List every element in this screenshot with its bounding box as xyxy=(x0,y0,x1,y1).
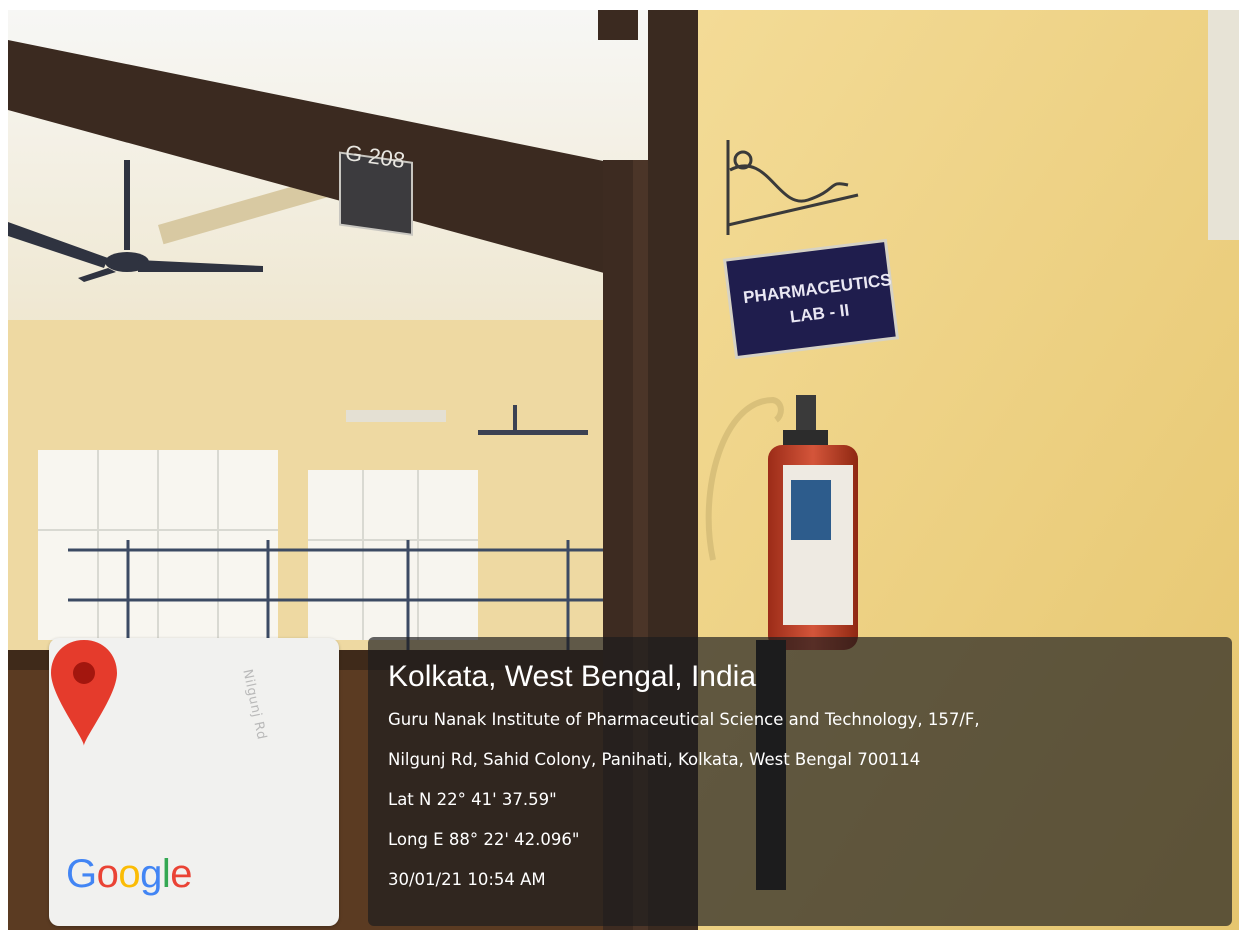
google-logo-letter: g xyxy=(140,852,162,896)
google-logo-letter: o xyxy=(118,852,141,896)
google-logo-letter: l xyxy=(161,852,171,896)
address-line-2: Nilgunj Rd, Sahid Colony, Panihati, Kolk… xyxy=(388,750,921,769)
room-number-sign: G 208 xyxy=(339,140,413,236)
latitude-text: Lat N 22° 41' 37.59" xyxy=(388,790,557,809)
background-photo: G 208 PHARMACEUTICS LAB - II Nilgunj Rd … xyxy=(8,10,1239,930)
location-info-panel: Kolkata, West Bengal, India Guru Nanak I… xyxy=(368,637,1232,926)
map-thumbnail[interactable]: Nilgunj Rd Google xyxy=(49,638,339,926)
department-sign: PHARMACEUTICS LAB - II xyxy=(722,238,900,360)
google-logo-letter: G xyxy=(66,852,97,896)
timestamp-text: 30/01/21 10:54 AM xyxy=(388,870,546,889)
address-line-1: Guru Nanak Institute of Pharmaceutical S… xyxy=(388,710,980,729)
google-logo-letter: e xyxy=(170,852,193,896)
google-logo: Google xyxy=(66,852,193,897)
google-logo-letter: o xyxy=(96,852,119,896)
map-pin-icon xyxy=(51,640,117,746)
longitude-text: Long E 88° 22' 42.096" xyxy=(388,830,580,849)
location-title: Kolkata, West Bengal, India xyxy=(388,660,756,693)
road-label: Nilgunj Rd xyxy=(239,668,269,742)
